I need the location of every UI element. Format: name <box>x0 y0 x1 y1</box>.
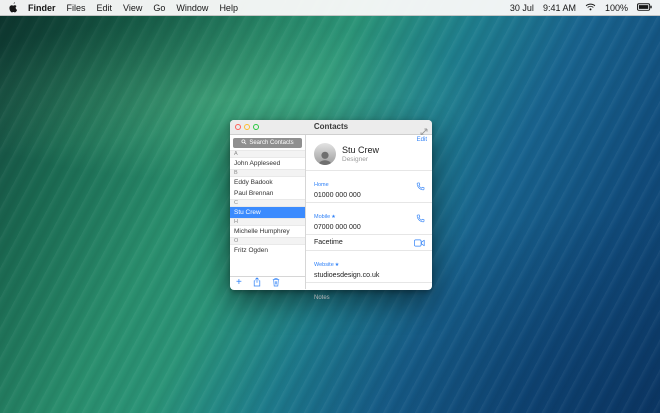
apple-menu-icon[interactable] <box>8 2 17 13</box>
field-label-notes: Notes <box>314 295 330 301</box>
menu-date[interactable]: 30 Jul <box>510 3 534 13</box>
menu-item-view[interactable]: View <box>123 0 142 16</box>
call-phone-icon[interactable] <box>416 178 425 196</box>
contact-header: Stu Crew Designer <box>306 135 432 170</box>
field-website: Website★ studioesdesign.co.uk <box>306 250 432 282</box>
contact-avatar <box>314 143 336 165</box>
contact-role: Designer <box>342 156 369 163</box>
contact-list-item[interactable]: Michelle Humphrey <box>230 226 305 237</box>
minimize-button[interactable] <box>244 124 250 130</box>
window-body: Search Contacts A John Appleseed B Eddy … <box>230 135 432 301</box>
contact-list-item[interactable]: Eddy Badook <box>230 177 305 188</box>
field-label-mobile: Mobile <box>314 214 331 220</box>
contact-name: Stu Crew <box>342 145 380 155</box>
menu-item-go[interactable]: Go <box>153 0 165 16</box>
search-input[interactable]: Search Contacts <box>233 138 302 148</box>
battery-percent[interactable]: 100% <box>605 3 628 13</box>
zoom-button[interactable] <box>253 124 259 130</box>
website-value[interactable]: studioesdesign.co.uk <box>314 272 424 279</box>
call-phone-icon[interactable] <box>416 210 425 228</box>
edit-button[interactable]: Edit <box>417 137 427 143</box>
close-button[interactable] <box>235 124 241 130</box>
menu-item-finder[interactable]: Finder <box>28 0 56 16</box>
search-icon <box>241 139 247 147</box>
group-letter: O <box>230 237 305 245</box>
sidebar-toolbar: + <box>230 276 305 289</box>
mobile-phone-value: 07000 000 000 <box>314 224 361 231</box>
menu-item-help[interactable]: Help <box>219 0 238 16</box>
menu-status-area: 30 Jul 9:41 AM 100% <box>510 3 652 13</box>
favorite-star-icon: ★ <box>331 214 336 220</box>
group-letter: B <box>230 169 305 177</box>
contacts-sidebar: Search Contacts A John Appleseed B Eddy … <box>230 135 306 289</box>
window-title: Contacts <box>313 122 349 131</box>
group-letter: H <box>230 218 305 226</box>
field-facetime: Facetime <box>306 234 432 250</box>
search-placeholder: Search Contacts <box>249 140 294 146</box>
field-label-home: Home <box>314 182 329 188</box>
contact-list-item[interactable]: John Appleseed <box>230 158 305 169</box>
add-contact-button[interactable]: + <box>236 278 242 288</box>
menu-item-edit[interactable]: Edit <box>97 0 113 16</box>
window-titlebar[interactable]: Contacts <box>230 120 432 136</box>
home-phone-value: 01000 000 000 <box>314 192 361 199</box>
menu-clock[interactable]: 9:41 AM <box>543 3 576 13</box>
field-mobile-phone: Mobile★ 07000 000 000 <box>306 202 432 234</box>
favorite-star-icon: ★ <box>334 262 340 268</box>
video-call-icon[interactable] <box>414 234 425 252</box>
contact-detail-pane: Edit Stu Crew Designer Home 01000 000 00… <box>306 135 432 301</box>
contacts-window: Contacts Search Contacts A John Applesee… <box>230 120 432 301</box>
contact-list-item[interactable]: Fritz Ogden <box>230 245 305 256</box>
field-notes[interactable]: Notes <box>306 282 432 307</box>
battery-icon[interactable] <box>637 2 652 13</box>
group-letter: C <box>230 199 305 207</box>
menu-item-window[interactable]: Window <box>176 0 208 16</box>
contact-list-item-selected[interactable]: Stu Crew <box>230 207 305 218</box>
menu-item-files[interactable]: Files <box>67 0 86 16</box>
share-button[interactable] <box>253 274 261 289</box>
wifi-icon[interactable] <box>585 3 596 13</box>
traffic-lights <box>235 124 259 130</box>
menu-left: Finder Files Edit View Go Window Help <box>8 0 238 16</box>
group-letter: A <box>230 150 305 158</box>
contact-list-item[interactable]: Paul Brennan <box>230 188 305 199</box>
field-label-website: Website <box>314 262 334 268</box>
facetime-label: Facetime <box>314 239 343 246</box>
delete-contact-button[interactable] <box>272 274 280 289</box>
field-home-phone: Home 01000 000 000 <box>306 170 432 202</box>
menu-bar: Finder Files Edit View Go Window Help 30… <box>0 0 660 16</box>
